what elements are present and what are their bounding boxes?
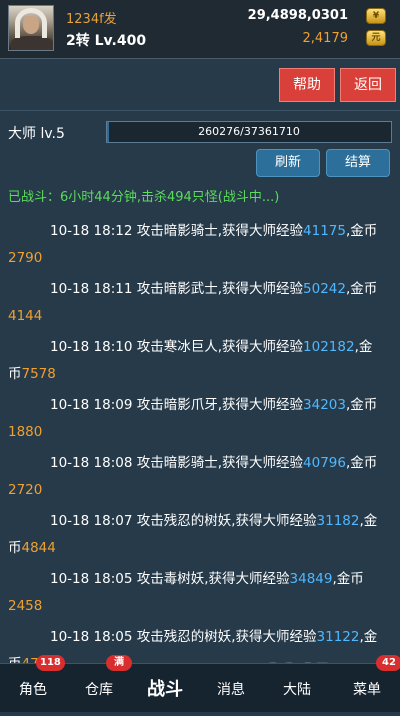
- log-time: 10-18 18:08: [50, 455, 133, 471]
- log-gold: 4844: [21, 540, 56, 556]
- log-gold-label: 金币: [336, 571, 364, 587]
- log-exp: 41175: [303, 223, 346, 239]
- log-gold: 2790: [8, 250, 43, 266]
- nav-battle[interactable]: 战斗: [132, 664, 198, 712]
- log-action: 攻击寒冰巨人,获得大师经验: [136, 339, 304, 355]
- log-action: 攻击毒树妖,获得大师经验: [136, 571, 290, 587]
- back-button[interactable]: 返回: [340, 68, 396, 102]
- log-action: 攻击暗影骑士,获得大师经验: [136, 223, 304, 239]
- log-exp: 34849: [289, 571, 333, 587]
- notification-badge: 118: [36, 655, 65, 671]
- log-gold: 2458: [8, 598, 43, 614]
- nav-label: 战斗: [147, 679, 183, 700]
- nav-label: 消息: [217, 682, 245, 698]
- log-action: 攻击残忍的树妖,获得大师经验: [136, 629, 317, 645]
- log-exp: 31182: [316, 513, 360, 529]
- nav-role[interactable]: 角色 118: [0, 655, 66, 712]
- help-button[interactable]: 帮助: [279, 68, 335, 102]
- bottom-nav: 角色 118 仓库 满 战斗 消息 大陆 菜单 42: [0, 655, 400, 712]
- player-avatar[interactable]: [8, 5, 54, 51]
- nav-label: 仓库: [85, 682, 113, 698]
- settle-button[interactable]: 结算: [326, 149, 390, 177]
- log-entry: 10-18 18:10 攻击寒冰巨人,获得大师经验102182,金币7578: [8, 339, 373, 382]
- log-entry: 10-18 18:08 攻击暗影骑士,获得大师经验40796,金币2720: [8, 455, 378, 498]
- log-gold: 2720: [8, 482, 43, 498]
- nav-warehouse[interactable]: 仓库 满: [66, 655, 132, 712]
- player-level: 2转 Lv.400: [66, 33, 147, 49]
- divider: [0, 110, 400, 111]
- log-action: 攻击残忍的树妖,获得大师经验: [136, 513, 317, 529]
- log-entry: 10-18 18:09 攻击暗影爪牙,获得大师经验34203,金币1880: [8, 397, 378, 440]
- notification-badge: 42: [376, 655, 400, 671]
- master-level-label: 大师 lv.5: [8, 126, 65, 142]
- yuanbao-icon: 元: [366, 30, 386, 46]
- master-exp-text: 260276/37361710: [198, 125, 300, 138]
- log-entry: 10-18 18:07 攻击残忍的树妖,获得大师经验31182,金币4844: [8, 513, 378, 556]
- log-exp: 34203: [303, 397, 346, 413]
- battle-log: 10-18 18:12 攻击暗影骑士,获得大师经验41175,金币2790 10…: [0, 214, 400, 678]
- nav-label: 大陆: [283, 682, 311, 698]
- gold-amount: 29,4898,0301: [247, 8, 348, 23]
- log-time: 10-18 18:12: [50, 223, 133, 239]
- nav-messages[interactable]: 消息: [198, 664, 264, 712]
- log-exp: 31122: [316, 629, 360, 645]
- log-entry: 10-18 18:05 攻击毒树妖,获得大师经验34849,金币2458: [8, 571, 364, 614]
- master-exp-bar: 260276/37361710: [106, 121, 392, 143]
- log-exp: 102182: [303, 339, 355, 355]
- log-action: 攻击暗影爪牙,获得大师经验: [136, 397, 304, 413]
- nav-menu[interactable]: 菜单 42: [334, 655, 400, 712]
- log-time: 10-18 18:05: [50, 629, 133, 645]
- log-time: 10-18 18:10: [50, 339, 133, 355]
- avatar-robe: [11, 36, 53, 50]
- nav-label: 菜单: [353, 682, 381, 698]
- gold-coin-icon: ¥: [366, 8, 386, 24]
- log-gold-label: 金币: [350, 455, 378, 471]
- avatar-face: [23, 16, 39, 34]
- log-gold-label: 金币: [350, 223, 378, 239]
- notification-badge: 满: [106, 655, 132, 671]
- log-entry: 10-18 18:11 攻击暗影武士,获得大师经验50242,金币4144: [8, 281, 378, 324]
- player-header: 1234f发 2转 Lv.400 29,4898,0301 ¥ 2,4179 元: [0, 0, 400, 59]
- log-action: 攻击暗影骑士,获得大师经验: [136, 455, 304, 471]
- yuanbao-amount: 2,4179: [302, 31, 349, 46]
- nav-continent[interactable]: 大陆: [264, 664, 330, 712]
- log-gold-label: 金币: [350, 397, 378, 413]
- log-gold-label: 金币: [350, 281, 378, 297]
- log-time: 10-18 18:05: [50, 571, 133, 587]
- log-exp: 50242: [303, 281, 346, 297]
- nav-label: 角色: [19, 682, 47, 698]
- log-exp: 40796: [303, 455, 346, 471]
- log-gold: 1880: [8, 424, 43, 440]
- log-entry: 10-18 18:12 攻击暗影骑士,获得大师经验41175,金币2790: [8, 223, 378, 266]
- log-time: 10-18 18:11: [50, 281, 133, 297]
- refresh-button[interactable]: 刷新: [256, 149, 320, 177]
- log-time: 10-18 18:09: [50, 397, 133, 413]
- log-gold: 4144: [8, 308, 43, 324]
- log-action: 攻击暗影武士,获得大师经验: [136, 281, 304, 297]
- log-time: 10-18 18:07: [50, 513, 133, 529]
- log-gold: 7578: [21, 366, 56, 382]
- battle-status: 已战斗：6小时44分钟,击杀494只怪(战斗中...): [8, 190, 280, 205]
- player-name: 1234f发: [66, 12, 117, 27]
